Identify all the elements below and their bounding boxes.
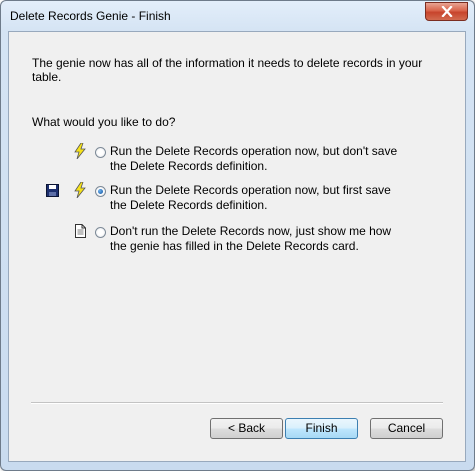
close-icon <box>441 6 453 17</box>
option-2-line2[interactable]: the Delete Records definition. <box>110 198 267 213</box>
button-divider <box>31 402 443 404</box>
save-disk-icon <box>46 184 59 197</box>
dialog-content: The genie now has all of the information… <box>8 31 466 462</box>
back-button[interactable]: < Back <box>210 418 283 439</box>
intro-text-line2: table. <box>32 70 62 84</box>
dialog-window: Delete Records Genie - Finish The genie … <box>0 0 475 471</box>
intro-text-line1: The genie now has all of the information… <box>32 56 423 70</box>
lightning-icon <box>74 182 86 198</box>
title-bar[interactable]: Delete Records Genie - Finish <box>1 1 474 31</box>
window-title: Delete Records Genie - Finish <box>10 9 171 23</box>
document-icon <box>75 224 86 238</box>
cancel-button[interactable]: Cancel <box>370 418 443 439</box>
option-3-line1[interactable]: Don't run the Delete Records now, just s… <box>110 224 391 239</box>
option-run-no-save-radio[interactable] <box>95 147 106 158</box>
finish-button[interactable]: Finish <box>285 418 358 439</box>
close-button[interactable] <box>425 2 468 21</box>
lightning-icon <box>74 143 86 159</box>
option-1-line1[interactable]: Run the Delete Records operation now, bu… <box>110 144 397 159</box>
question-label: What would you like to do? <box>32 115 176 129</box>
option-2-line1[interactable]: Run the Delete Records operation now, bu… <box>110 183 391 198</box>
option-run-save-radio[interactable] <box>95 186 106 197</box>
option-show-card-radio[interactable] <box>95 227 106 238</box>
option-1-line2[interactable]: the Delete Records definition. <box>110 159 267 174</box>
option-3-line2[interactable]: the genie has filled in the Delete Recor… <box>110 239 359 254</box>
